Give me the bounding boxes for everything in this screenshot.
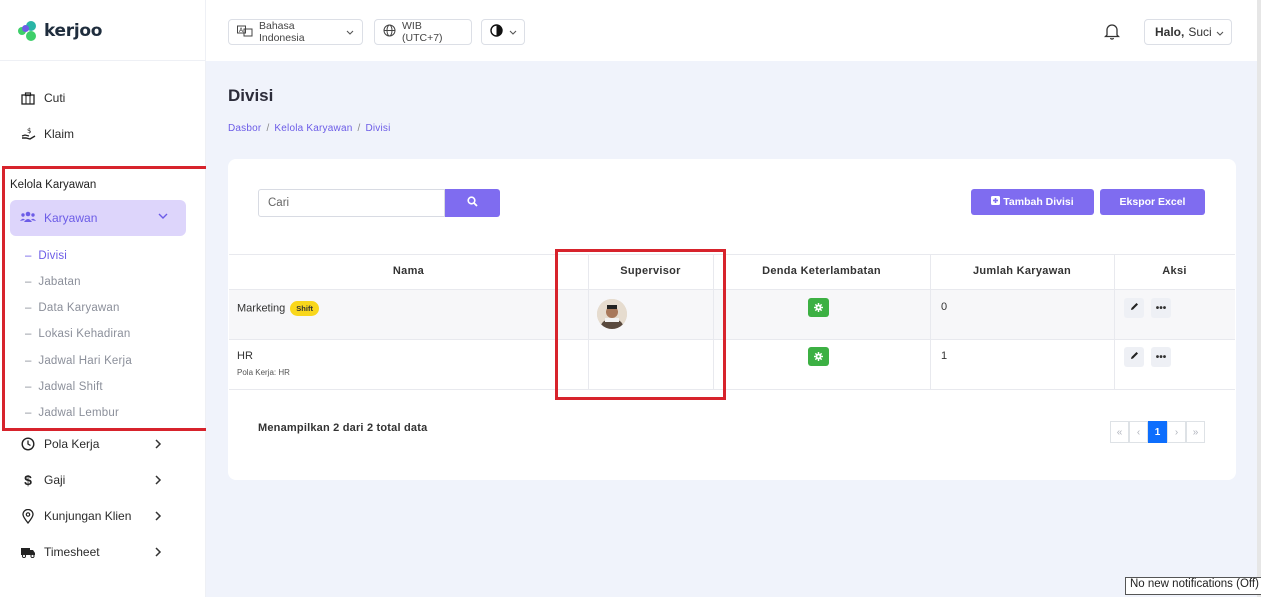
more-options-button[interactable]: ••• <box>1151 347 1171 367</box>
chevron-down-icon <box>1216 25 1224 39</box>
page-title: Divisi <box>228 86 274 105</box>
breadcrumb-dasbor[interactable]: Dasbor <box>228 123 261 134</box>
pagination-summary: Menampilkan 2 dari 2 total data <box>258 422 428 434</box>
pagination-first[interactable]: « <box>1110 421 1129 443</box>
column-header-jumlah[interactable]: Jumlah Karyawan <box>930 265 1114 277</box>
contrast-icon <box>490 24 503 40</box>
topbar <box>206 0 1261 61</box>
sidebar-item-label: Kunjungan Klien <box>44 509 132 523</box>
pagination-prev[interactable]: ‹ <box>1129 421 1148 443</box>
table-border <box>229 339 1235 340</box>
chevron-down-icon <box>509 26 517 38</box>
notification-tooltip: No new notifications (Off) <box>1125 577 1261 595</box>
theme-toggle[interactable] <box>481 19 525 45</box>
sidebar-item-label: Klaim <box>44 127 75 141</box>
search-input[interactable]: Cari <box>258 189 445 217</box>
chevron-right-icon <box>155 546 162 560</box>
sidebar-item-cuti[interactable]: Cuti <box>20 90 65 106</box>
language-label: Bahasa Indonesia <box>259 20 305 44</box>
division-name: Marketing Shift <box>237 301 319 316</box>
sidebar-item-label: Cuti <box>44 91 66 105</box>
notification-bell-icon[interactable] <box>1103 23 1122 41</box>
brand-logo[interactable]: kerjoo <box>18 21 102 41</box>
chevron-down-icon <box>346 26 354 38</box>
shift-badge: Shift <box>290 301 319 316</box>
kerjoo-logo-icon <box>18 21 40 41</box>
chevron-right-icon <box>155 474 162 488</box>
translate-icon: A <box>237 25 253 40</box>
employee-count: 1 <box>941 350 948 362</box>
briefcase-icon <box>20 90 36 106</box>
sidebar-item-gaji[interactable]: $ Gaji <box>20 472 65 488</box>
add-division-label: Tambah Divisi <box>1003 196 1074 208</box>
pagination-next[interactable]: › <box>1167 421 1186 443</box>
pencil-icon <box>1130 351 1139 363</box>
timezone-label: WIB (UTC+7) <box>402 20 443 44</box>
user-name: Suci <box>1188 25 1212 39</box>
add-division-button[interactable]: Tambah Divisi <box>971 189 1094 215</box>
plus-square-icon <box>991 196 1001 208</box>
highlight-box-supervisor <box>555 249 726 400</box>
breadcrumb: Dasbor / Kelola Karyawan / Divisi <box>228 123 391 134</box>
sidebar-item-label: Pola Kerja <box>44 437 100 451</box>
employee-count: 0 <box>941 301 948 313</box>
svg-text:$: $ <box>27 127 31 135</box>
highlight-box-sidebar <box>2 166 209 431</box>
truck-icon <box>20 544 36 560</box>
pencil-icon <box>1130 302 1139 314</box>
sidebar-item-label: Timesheet <box>44 545 100 559</box>
work-pattern-label: Pola Kerja: HR <box>237 368 290 377</box>
more-options-button[interactable]: ••• <box>1151 298 1171 318</box>
location-pin-icon <box>20 508 36 524</box>
globe-icon <box>383 24 396 40</box>
column-header-aksi: Aksi <box>1162 265 1187 277</box>
sidebar-item-pola-kerja[interactable]: Pola Kerja <box>20 436 99 452</box>
gear-icon <box>814 348 823 366</box>
timezone-select[interactable]: WIB (UTC+7) <box>374 19 472 45</box>
brand-name: kerjoo <box>44 21 103 41</box>
gear-icon <box>814 299 823 317</box>
late-penalty-settings-button[interactable] <box>808 347 829 366</box>
table-row <box>229 290 1235 339</box>
sidebar-item-label: Gaji <box>44 473 66 487</box>
scrollbar-track[interactable] <box>1257 0 1261 597</box>
column-header-nama[interactable]: Nama <box>229 265 588 277</box>
dollar-icon: $ <box>24 472 32 488</box>
search-icon <box>467 194 478 212</box>
sidebar-item-kunjungan-klien[interactable]: Kunjungan Klien <box>20 508 131 524</box>
greeting-prefix: Halo, <box>1155 25 1185 39</box>
export-excel-label: Ekspor Excel <box>1119 196 1186 208</box>
chevron-right-icon <box>155 510 162 524</box>
late-penalty-settings-button[interactable] <box>808 298 829 317</box>
edit-button[interactable] <box>1124 298 1144 318</box>
edit-button[interactable] <box>1124 347 1144 367</box>
chevron-right-icon <box>155 438 162 452</box>
ellipsis-icon: ••• <box>1155 302 1167 314</box>
export-excel-button[interactable]: Ekspor Excel <box>1100 189 1205 215</box>
breadcrumb-kelola-karyawan[interactable]: Kelola Karyawan <box>274 123 352 134</box>
division-name: HR <box>237 350 253 362</box>
language-select[interactable]: A Bahasa Indonesia <box>228 19 363 45</box>
user-menu[interactable]: Halo, Suci <box>1144 19 1232 45</box>
sidebar-item-klaim[interactable]: $ Klaim <box>20 126 74 142</box>
table-border <box>229 389 1235 390</box>
column-header-denda[interactable]: Denda Keterlambatan <box>713 265 930 277</box>
hand-money-icon: $ <box>20 126 36 142</box>
pagination-page-1[interactable]: 1 <box>1148 421 1167 443</box>
ellipsis-icon: ••• <box>1155 351 1167 363</box>
table-border <box>229 254 1235 255</box>
breadcrumb-current: Divisi <box>365 123 391 134</box>
sidebar-item-timesheet[interactable]: Timesheet <box>20 544 100 560</box>
search-button[interactable] <box>445 189 500 217</box>
clock-icon <box>20 436 36 452</box>
pagination-last[interactable]: » <box>1186 421 1205 443</box>
divider <box>0 60 206 61</box>
